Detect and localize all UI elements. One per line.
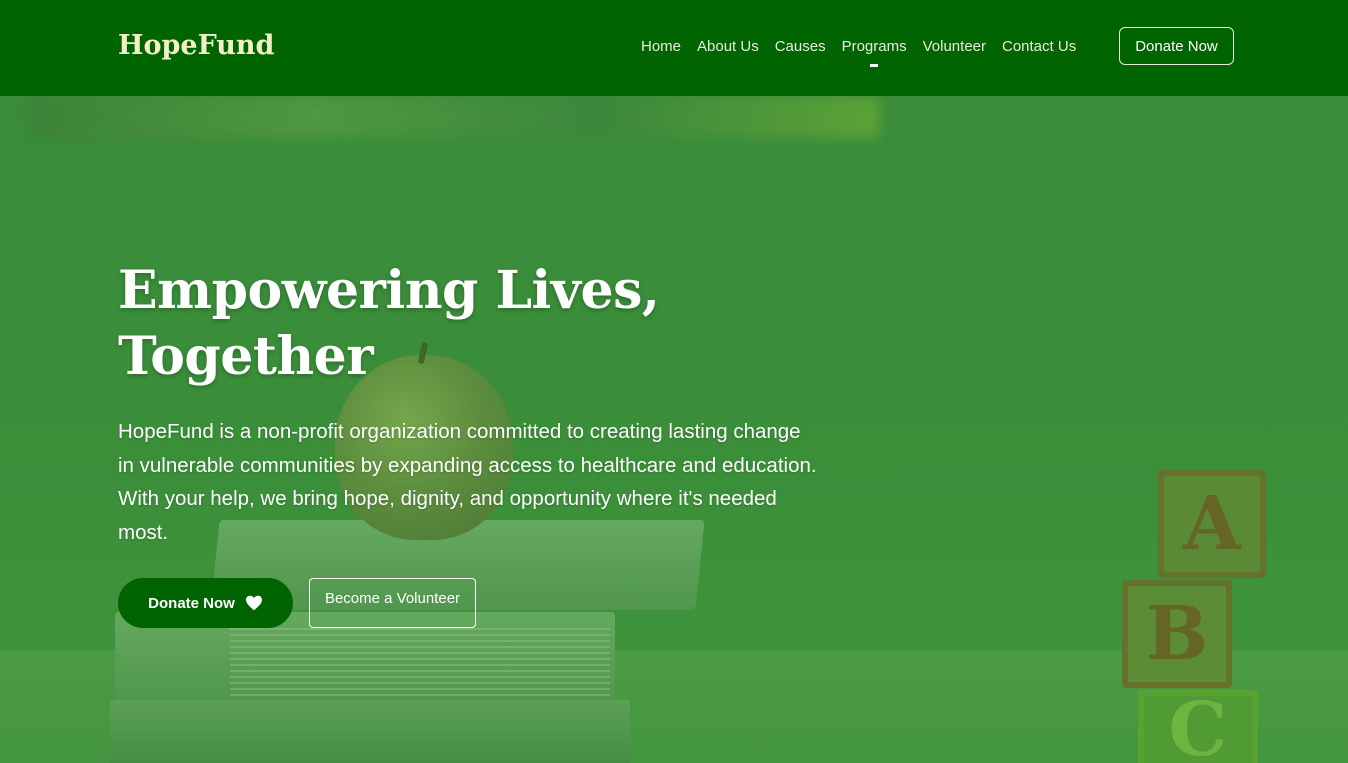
nav-link-contact-us[interactable]: Contact Us xyxy=(1002,38,1076,55)
nav-links: Home About Us Causes Programs Volunteer … xyxy=(641,38,1092,67)
nav-link-programs[interactable]: Programs xyxy=(842,38,907,67)
hero-section: A B C Empowering Lives, Together HopeFun… xyxy=(0,0,1348,763)
hero-description: HopeFund is a non-profit organization co… xyxy=(118,420,817,544)
hero-title-line2: Together xyxy=(118,326,374,387)
hero-donate-label: Donate Now xyxy=(148,594,235,612)
nav-donate-button[interactable]: Donate Now xyxy=(1119,27,1234,65)
hero-title: Empowering Lives, Together xyxy=(118,258,738,390)
hero-donate-button[interactable]: Donate Now xyxy=(118,578,293,628)
heart-icon xyxy=(245,595,262,611)
brand-logo[interactable]: HopeFund xyxy=(118,30,274,61)
hero-title-line1: Empowering Lives, xyxy=(118,260,660,321)
nav-link-about-us[interactable]: About Us xyxy=(697,38,759,55)
nav-link-home[interactable]: Home xyxy=(641,38,681,55)
become-volunteer-button[interactable]: Become a Volunteer xyxy=(309,578,476,628)
navbar: HopeFund Home About Us Causes Programs V… xyxy=(0,0,1348,96)
nav-link-causes[interactable]: Causes xyxy=(775,38,826,55)
nav-link-volunteer[interactable]: Volunteer xyxy=(923,38,986,55)
